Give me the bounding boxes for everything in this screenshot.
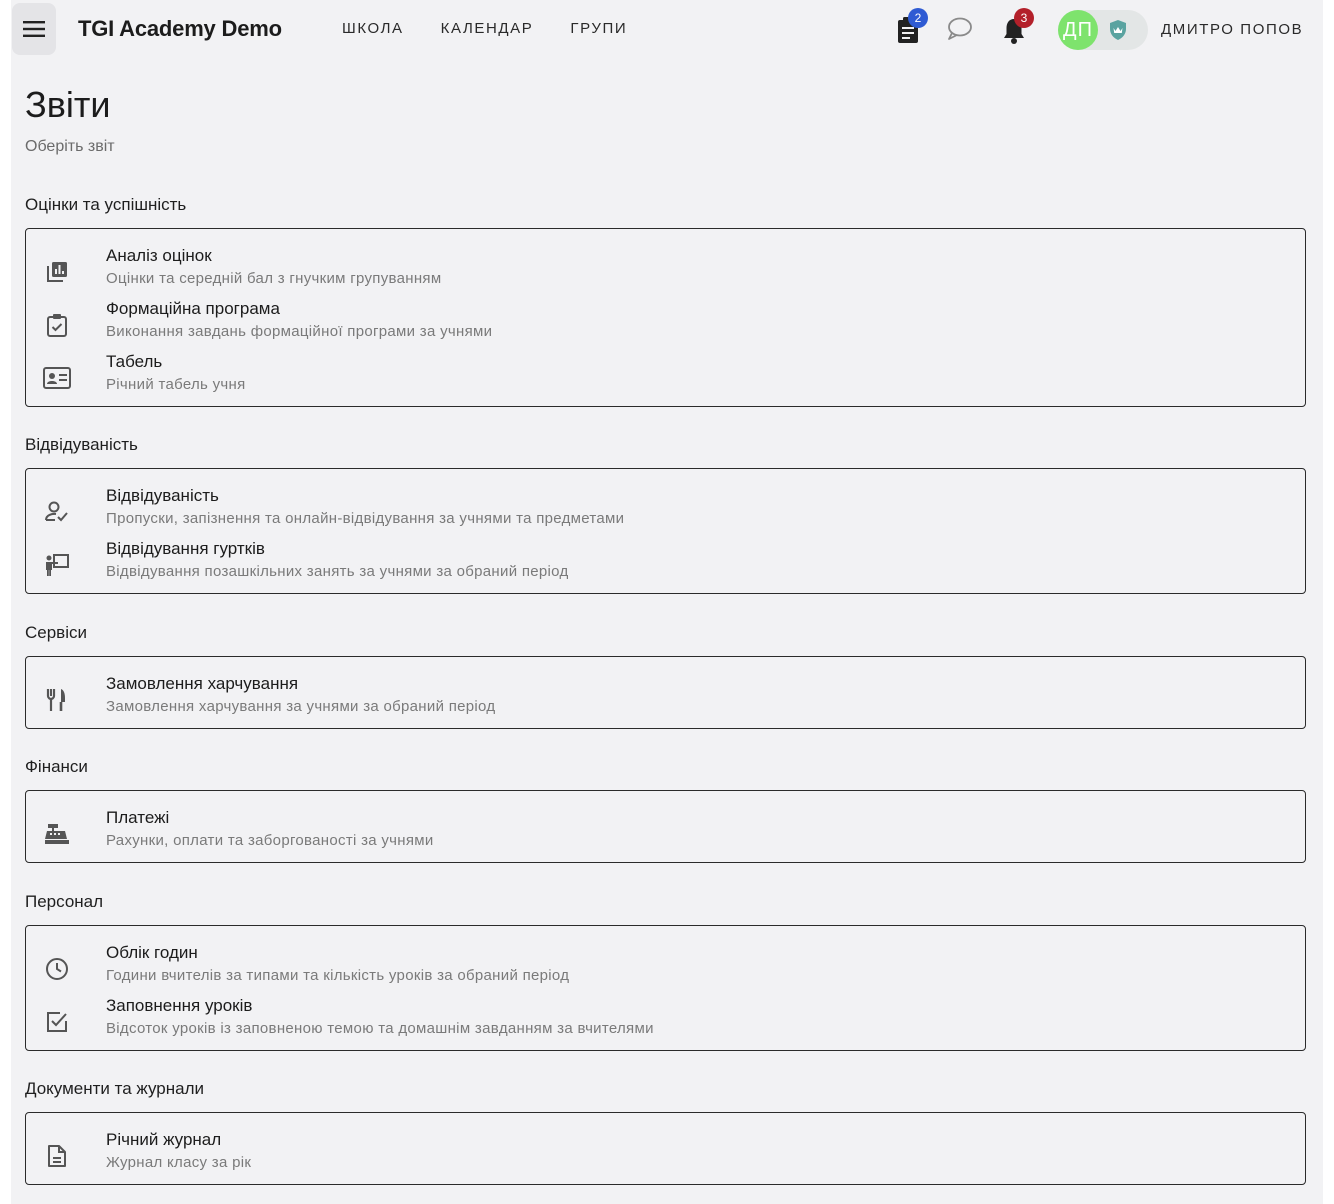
- report-item-lesson-completion[interactable]: Заповнення уроків Відсоток уроків із зап…: [26, 996, 1305, 1049]
- report-item-title: Табель: [106, 352, 163, 371]
- clock-icon: [43, 955, 71, 983]
- nav-calendar[interactable]: КАЛЕНДАР: [441, 20, 534, 37]
- report-item-title: Аналіз оцінок: [106, 246, 212, 265]
- report-item-attendance[interactable]: Відвідуваність Пропуски, запізнення та о…: [26, 486, 1305, 539]
- report-card-documents: Річний журнал Журнал класу за рік: [25, 1112, 1306, 1185]
- report-item-title: Відвідуваність: [106, 486, 219, 505]
- app-brand[interactable]: TGI Academy Demo: [78, 16, 282, 42]
- report-item-payments[interactable]: Платежі Рахунки, оплати та заборгованост…: [26, 808, 1305, 861]
- report-item-title: Річний журнал: [106, 1130, 222, 1149]
- tasks-badge: 2: [908, 8, 928, 28]
- report-item-meal-orders[interactable]: Замовлення харчування Замовлення харчува…: [26, 674, 1305, 727]
- report-item-desc: Години вчителів за типами та кількість у…: [106, 967, 570, 984]
- role-shield-icon: [1108, 19, 1128, 41]
- notifications-badge: 3: [1014, 8, 1034, 28]
- report-item-desc: Річний табель учня: [106, 376, 246, 393]
- page-title: Звіти: [25, 84, 111, 125]
- report-item-title: Платежі: [106, 808, 170, 827]
- user-name[interactable]: ДМИТРО ПОПОВ: [1161, 21, 1303, 38]
- nav-groups[interactable]: ГРУПИ: [570, 20, 627, 37]
- report-item-desc: Виконання завдань формаційної програми з…: [106, 323, 493, 340]
- notifications-button[interactable]: 3: [1000, 8, 1034, 44]
- tasks-button[interactable]: 2: [893, 8, 928, 44]
- report-item-desc: Відсоток уроків із заповненою темою та д…: [106, 1020, 654, 1037]
- chat-bubble-icon: [948, 17, 972, 40]
- report-card-finance: Платежі Рахунки, оплати та заборгованост…: [25, 790, 1306, 863]
- nav-school[interactable]: ШКОЛА: [342, 20, 404, 37]
- checkbox-icon: [43, 1008, 71, 1036]
- menu-button[interactable]: [12, 3, 56, 55]
- main-nav: ШКОЛА КАЛЕНДАР ГРУПИ: [342, 20, 664, 37]
- report-item-desc: Пропуски, запізнення та онлайн-відвідува…: [106, 510, 625, 527]
- section-title-attendance: Відвідуваність: [25, 435, 138, 454]
- report-card-services: Замовлення харчування Замовлення харчува…: [25, 656, 1306, 729]
- report-card-staff: Облік годин Години вчителів за типами та…: [25, 925, 1306, 1051]
- top-bar: TGI Academy Demo ШКОЛА КАЛЕНДАР ГРУПИ 2: [11, 0, 1323, 60]
- page-subtitle: Оберіть звіт: [25, 138, 115, 155]
- page: TGI Academy Demo ШКОЛА КАЛЕНДАР ГРУПИ 2: [11, 0, 1323, 1204]
- restaurant-icon: [43, 686, 71, 714]
- report-item-desc: Замовлення харчування за учнями за обран…: [106, 698, 496, 715]
- section-title-grades: Оцінки та успішність: [25, 195, 187, 214]
- report-item-desc: Оцінки та середній бал з гнучким групува…: [106, 270, 442, 287]
- user-menu[interactable]: ДП: [1058, 10, 1148, 50]
- report-item-desc: Відвідування позашкільних занять за учня…: [106, 563, 569, 580]
- section-title-services: Сервіси: [25, 623, 87, 642]
- report-item-title: Формаційна програма: [106, 299, 280, 318]
- chart-library-icon: [43, 258, 71, 286]
- report-item-title: Заповнення уроків: [106, 996, 253, 1015]
- report-item-title: Замовлення харчування: [106, 674, 299, 693]
- id-card-icon: [43, 364, 71, 392]
- report-item-title: Відвідування гуртків: [106, 539, 265, 558]
- person-check-icon: [43, 498, 71, 526]
- report-item-desc: Рахунки, оплати та заборгованості за учн…: [106, 832, 434, 849]
- report-item-formation-program[interactable]: Формаційна програма Виконання завдань фо…: [26, 299, 1305, 352]
- report-card-attendance: Відвідуваність Пропуски, запізнення та о…: [25, 468, 1306, 594]
- presenter-icon: [43, 551, 71, 579]
- clipboard-check-icon: [43, 311, 71, 339]
- section-title-documents: Документи та журнали: [25, 1079, 204, 1098]
- section-title-finance: Фінанси: [25, 757, 88, 776]
- report-item-annual-journal[interactable]: Річний журнал Журнал класу за рік: [26, 1130, 1305, 1183]
- report-item-title: Облік годин: [106, 943, 198, 962]
- report-item-grades-analysis[interactable]: Аналіз оцінок Оцінки та середній бал з г…: [26, 246, 1305, 299]
- section-title-staff: Персонал: [25, 892, 104, 911]
- avatar: ДП: [1058, 10, 1098, 50]
- document-icon: [43, 1142, 71, 1170]
- report-item-club-attendance[interactable]: Відвідування гуртків Відвідування позашк…: [26, 539, 1305, 592]
- cash-register-icon: [43, 820, 71, 848]
- report-item-desc: Журнал класу за рік: [106, 1154, 252, 1171]
- report-card-grades: Аналіз оцінок Оцінки та середній бал з г…: [25, 228, 1306, 407]
- chat-button[interactable]: [947, 17, 973, 43]
- report-item-hours[interactable]: Облік годин Години вчителів за типами та…: [26, 943, 1305, 996]
- hamburger-menu-icon: [23, 21, 45, 37]
- report-item-report-card[interactable]: Табель Річний табель учня: [26, 352, 1305, 405]
